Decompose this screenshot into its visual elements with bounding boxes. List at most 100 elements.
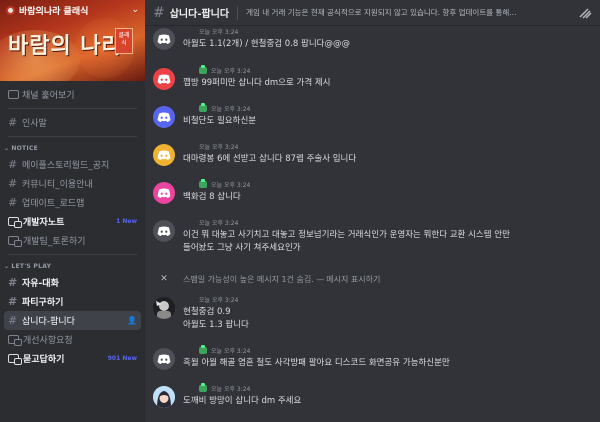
message-timestamp: 오늘 오후 3:24 [199,220,239,227]
sidebar-item-label: 메이플스토리월드_공지 [22,161,110,171]
message-meta: 오늘 오후 3:24 [183,345,250,355]
message-meta: 오늘 오후 3:24 [183,218,238,227]
message-text: 흑월 아월 해골 염혼 철도 사각방패 팔아요 디스코드 화면공유 가능하신분만 [183,358,450,368]
avatar[interactable] [153,348,175,370]
sidebar-item-buy-sell[interactable]: # 삽니다-팝니다 👤 [4,311,141,330]
message-text: 도깨비 방망이 삽니다 dm 주세요 [183,396,302,406]
sidebar-item-dev-notes[interactable]: 개발자노트 1 New [0,212,145,231]
sidebar-divider [8,108,137,109]
role-badge-icon [199,65,207,74]
chevron-down-icon: ⌄ [4,144,10,152]
avatar[interactable] [153,297,175,319]
forum-icon [8,334,22,346]
chevron-down-icon: ⌄ [4,262,10,270]
sidebar-item-label: 업데이트_로드맵 [22,199,85,209]
category-notice[interactable]: ⌄ NOTICE [0,141,145,155]
user-photo-icon [153,386,175,408]
threads-icon[interactable] [578,7,592,19]
sidebar-item-label: 삽니다-팝니다 [22,317,75,327]
server-banner: 바람의나라 클래식 ⌄ 바람의 나라 클래식 [0,0,145,81]
sidebar-item-qna[interactable]: 묻고답하기 901 New [0,349,145,368]
message-timestamp: 오늘 오후 3:24 [211,182,251,189]
sidebar-item-label: 커뮤니티_이용안내 [22,180,93,190]
message-meta: 오늘 오후 3:24 [183,295,238,304]
role-badge-icon [199,103,207,112]
sidebar-item-label: 개선사항요청 [23,336,73,346]
avatar[interactable] [153,386,175,408]
hash-icon: # [8,177,18,190]
message-item[interactable]: 오늘 오후 3:24 비철단도 필요하신분 [145,103,600,143]
spam-notice-text: 스팸일 가능성이 높은 메시지 1건 숨김. — [183,274,325,284]
message-text: 현철중검 0.9 [183,307,231,317]
message-item[interactable]: 오늘 오후 3:24 이건 뭐 대놓고 사기치고 대놓고 정보넘기라는 거래식인… [145,217,600,267]
hash-icon: # [153,4,165,21]
message-item[interactable]: 오늘 오후 3:24 백화검 8 삽니다 [145,179,600,219]
message-meta: 오늘 오후 3:24 [183,142,238,151]
hash-icon: # [8,314,18,327]
avatar[interactable] [153,68,175,90]
sidebar-item-community-guide[interactable]: # 커뮤니티_이용안내 [0,174,145,193]
message-text: 비철단도 필요하신분 [183,116,257,126]
forum-icon [8,216,22,228]
message-meta: 오늘 오후 3:24 [183,27,238,36]
message-item[interactable]: 오늘 오후 3:24 흑월 아월 해골 염혼 철도 사각방패 팔아요 디스코드 … [145,345,600,385]
user-photo-icon [153,297,175,319]
sidebar-item-label: 묻고답하기 [23,355,65,365]
message-item[interactable]: 오늘 오후 3:24 현철중검 0.9 아월도 1.3 팝니다 [145,295,600,345]
browse-channels-label: 채널 훑어보기 [22,91,75,101]
avatar[interactable] [153,106,175,128]
sidebar-item-dev-discussion[interactable]: 개발팀_토론하기 [0,231,145,250]
message-text-continued: 아월도 1.3 팝니다 [183,320,249,330]
message-timestamp: 오늘 오후 3:24 [199,144,239,151]
sidebar-item-free-talk[interactable]: # 자유-대화 [0,273,145,292]
avatar[interactable] [153,28,175,50]
message-timestamp: 오늘 오후 3:24 [199,29,239,36]
sidebar-item-label: 개발팀_토론하기 [23,237,86,247]
close-icon[interactable]: ✕ [145,274,183,284]
sidebar-item-label: 인사말 [22,119,47,129]
avatar[interactable] [153,182,175,204]
forum-icon [8,235,22,247]
message-item[interactable]: 오늘 오후 3:24 아월도 1.1(2개) / 현철중검 0.8 팝니다@@@ [145,27,600,67]
discord-icon [157,34,171,44]
header-divider [237,5,239,20]
sidebar-item-notice[interactable]: # 메이플스토리월드_공지 [0,155,145,174]
hidden-spam-notice: ✕ 스팸일 가능성이 높은 메시지 1건 숨김. — 메시지 표시하기 [145,271,600,287]
message-meta: 오늘 오후 3:24 [183,65,251,75]
category-label: NOTICE [11,144,39,152]
sidebar-item-greeting[interactable]: # 인사말 [0,113,145,132]
message-item[interactable]: 오늘 오후 3:24 깹방 99퍼미만 삽니다 dm으로 가격 제시 [145,64,600,104]
role-badge-icon [199,179,207,188]
channel-topic[interactable]: 게임 내 거래 기능은 현재 공식적으로 지원되지 않고 있습니다. 향후 업데… [246,7,572,18]
message-text: 이건 뭐 대놓고 사기치고 대놓고 정보넘기라는 거래식인가 운영자는 뭐한다 … [183,230,510,240]
add-user-icon[interactable]: 👤 [127,316,137,325]
message-item[interactable]: 오늘 오후 3:24 도깨비 방망이 삽니다 dm 주세요 [145,383,600,422]
sidebar-item-party[interactable]: # 파티구하기 [0,292,145,311]
server-name: 바람의나라 클래식 [19,6,89,17]
message-text: 백화검 8 삽니다 [183,192,241,202]
avatar[interactable] [153,144,175,166]
avatar[interactable] [153,220,175,242]
browse-channels[interactable]: 채널 훑어보기 [0,85,145,104]
forum-icon [8,353,22,365]
sidebar-item-suggestions[interactable]: 개선사항요청 [0,330,145,349]
message-timestamp: 오늘 오후 3:24 [211,386,251,393]
server-header[interactable]: 바람의나라 클래식 ⌄ [0,0,145,20]
message-text-continued: 들어놨도 그냥 사기 쳐주세요인가 [183,243,301,253]
category-label: LET'S PLAY [11,262,52,270]
message-meta: 오늘 오후 3:24 [183,383,251,393]
message-timestamp: 오늘 오후 3:24 [211,68,251,75]
channels-browse-icon [8,90,19,99]
sidebar-divider [8,254,137,255]
sidebar-item-label: 파티구하기 [22,298,64,308]
sidebar-item-roadmap[interactable]: # 업데이트_로드맵 [0,193,145,212]
category-lets-play[interactable]: ⌄ LET'S PLAY [0,259,145,273]
chevron-down-icon[interactable]: ⌄ [131,5,139,15]
message-timestamp: 오늘 오후 3:24 [211,106,251,113]
show-message-link[interactable]: 메시지 표시하기 [326,274,380,285]
new-posts-badge: 1 New [116,218,137,225]
message-text: 깹방 99퍼미만 삽니다 dm으로 가격 제시 [183,78,331,88]
role-badge-icon [199,345,207,354]
message-item[interactable]: 오늘 오후 3:24 대마령봉 6에 선받고 삽니다 87렙 주술사 입니다 [145,141,600,181]
sidebar-divider [8,136,137,137]
